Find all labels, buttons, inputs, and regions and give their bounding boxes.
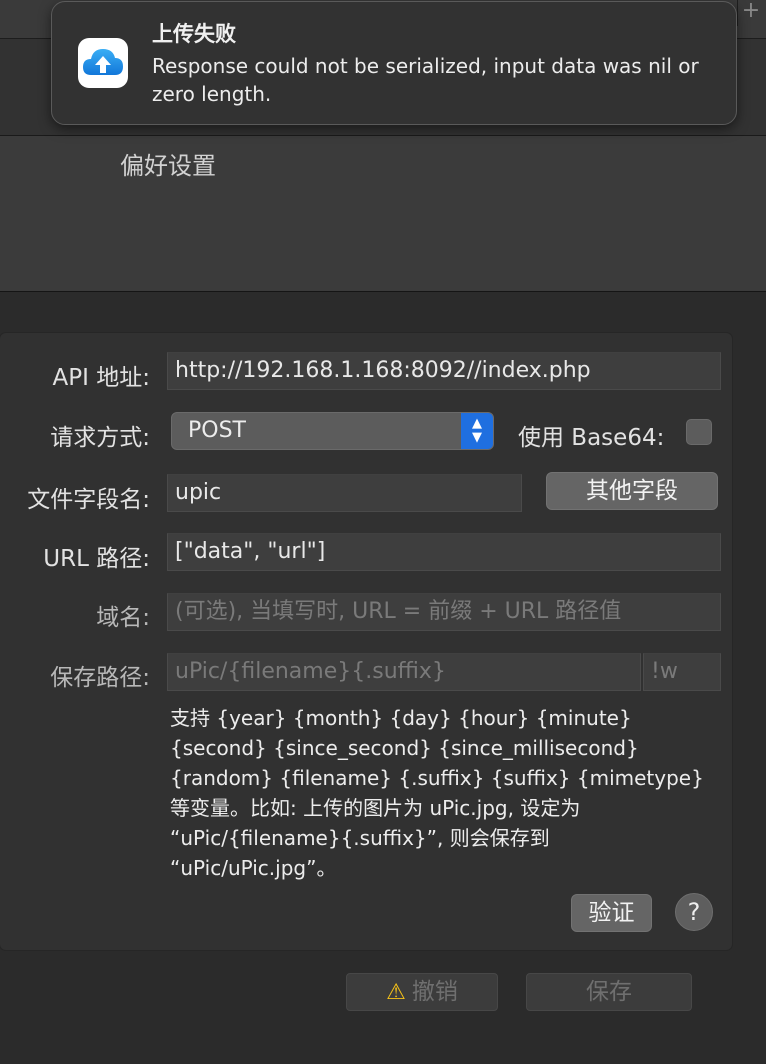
domain-label: 域名: — [96, 605, 150, 631]
request-method-select[interactable]: POST ▲ ▼ — [171, 412, 494, 450]
upload-failed-notification[interactable]: 上传失败 Response could not be serialized, i… — [51, 1, 737, 125]
api-url-field[interactable]: http://192.168.1.168:8092//index.php — [167, 352, 721, 390]
help-button[interactable]: ? — [675, 893, 713, 931]
save-path-label: 保存路径: — [50, 665, 150, 691]
revert-button[interactable]: ⚠ 撤销 — [346, 973, 498, 1011]
preferences-header — [0, 136, 766, 292]
domain-field[interactable]: (可选), 当填写时, URL = 前缀 + URL 路径值 — [167, 593, 721, 631]
save-path-field[interactable]: uPic/{filename}{.suffix} — [167, 653, 641, 691]
url-path-label: URL 路径: — [43, 546, 150, 572]
other-fields-button[interactable]: 其他字段 — [546, 472, 718, 510]
notification-message: Response could not be serialized, input … — [152, 54, 699, 106]
save-suffix-field[interactable]: !w — [643, 653, 721, 691]
upic-cloud-upload-icon — [78, 38, 128, 88]
file-field-label: 文件字段名: — [27, 487, 150, 513]
base64-checkbox[interactable] — [686, 419, 712, 445]
url-path-field[interactable]: ["data", "url"] — [167, 533, 721, 571]
variables-help-text: 支持 {year} {month} {day} {hour} {minute} … — [170, 706, 704, 880]
file-field-input[interactable]: upic — [167, 474, 522, 512]
base64-label: 使用 Base64: — [518, 425, 665, 451]
add-tab-button[interactable]: + — [737, 0, 764, 26]
notification-title: 上传失败 — [152, 22, 236, 46]
save-button[interactable]: 保存 — [526, 973, 692, 1011]
chevron-updown-icon: ▲ ▼ — [461, 413, 493, 449]
request-method-label: 请求方式: — [50, 425, 150, 451]
window-title: 偏好设置 — [120, 152, 216, 180]
request-method-value: POST — [188, 418, 246, 443]
warning-icon: ⚠ — [386, 980, 406, 1005]
revert-button-label: 撤销 — [411, 979, 458, 1005]
verify-button[interactable]: 验证 — [571, 894, 652, 932]
api-url-label: API 地址: — [52, 365, 150, 391]
